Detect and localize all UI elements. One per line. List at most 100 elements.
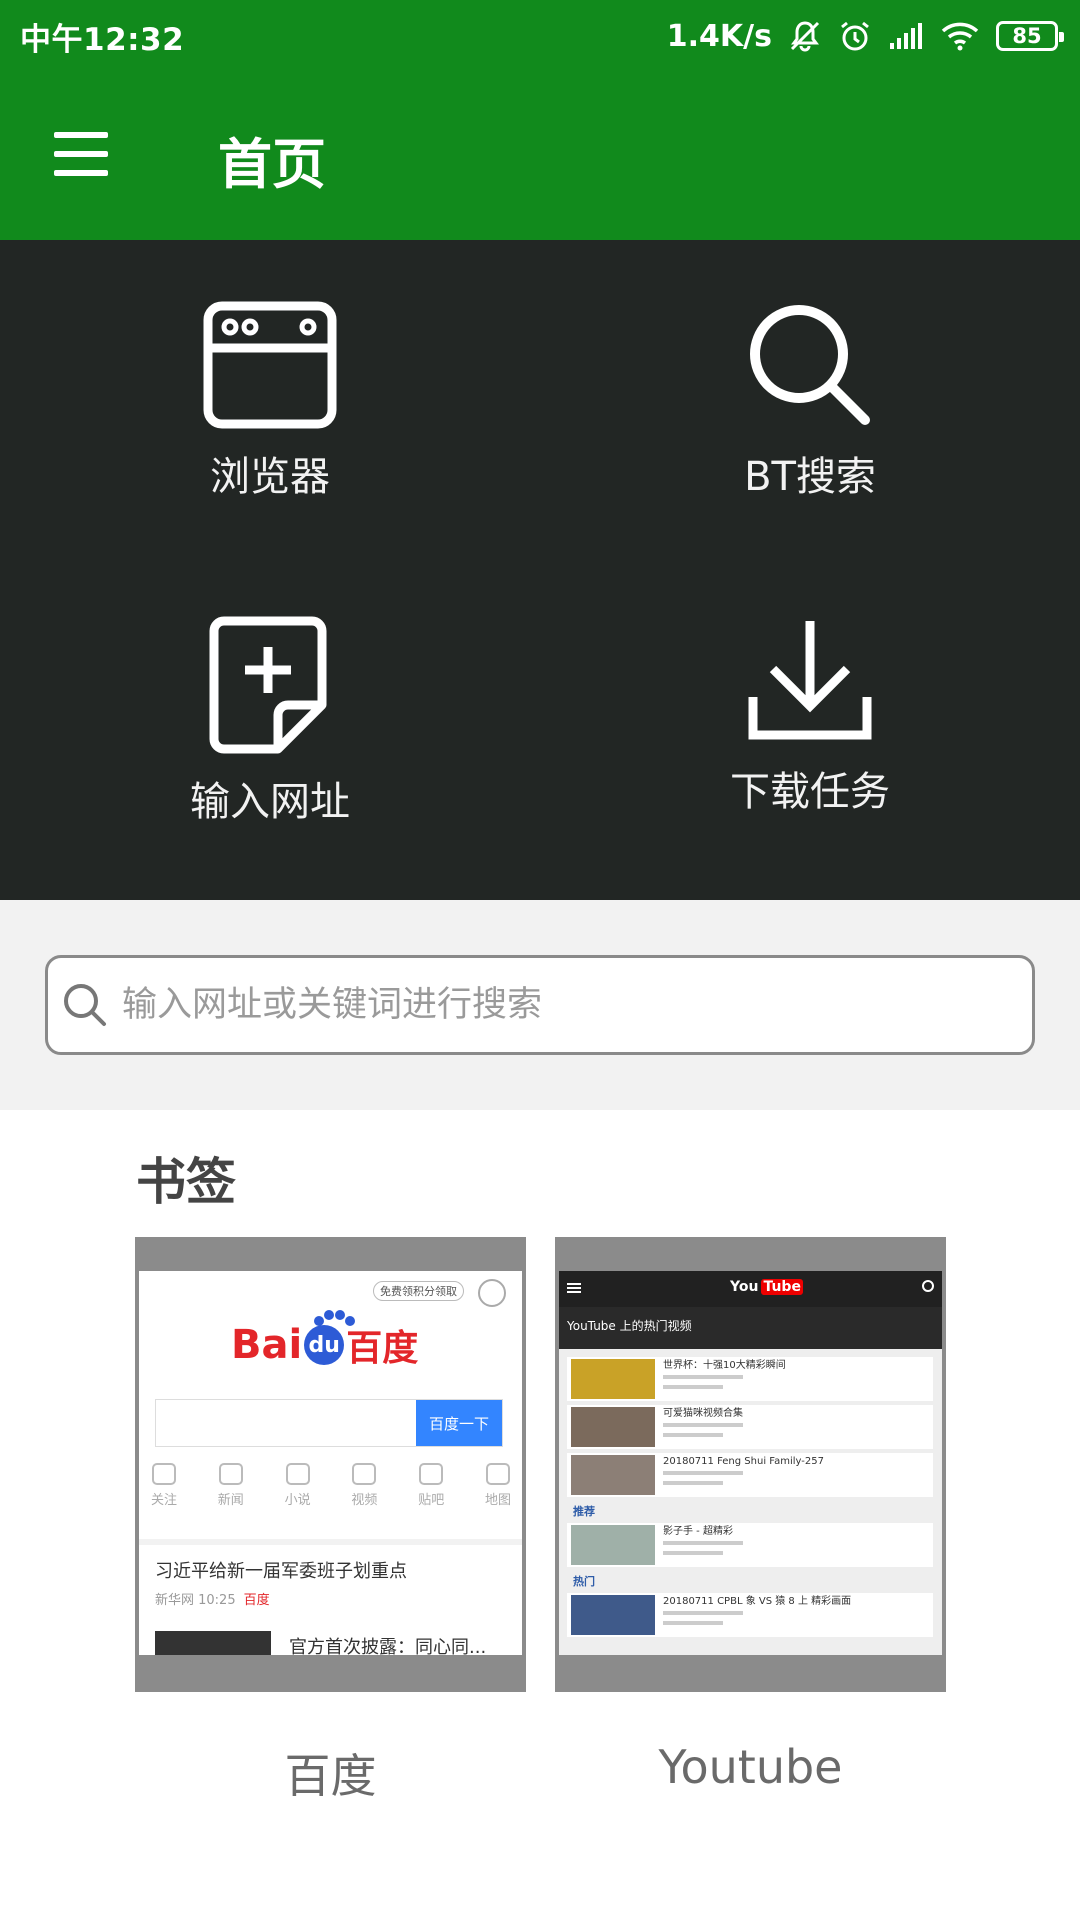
quick-actions-grid: 浏览器 BT搜索 输入网址 下载任务 [0,240,1080,900]
bookmark-preview: 免费领积分领取 Bai du 百度 百度一下 关注 新闻 小说 视频 贴吧 地图… [139,1271,522,1655]
video-meta [663,1611,743,1615]
search-input[interactable] [122,958,1032,1052]
list-item: 20180711 CPBL 象 VS 猿 8 上 精彩画面 [567,1593,933,1637]
list-item: 影子手 - 超精彩 [567,1523,933,1567]
logo-text: You [730,1279,759,1295]
browser-button[interactable]: 浏览器 [0,300,540,620]
preview-icon [485,1463,510,1485]
list-item: 20180711 Feng Shui Family-257 [567,1453,933,1497]
bookmark-baidu-label[interactable]: 百度 [135,1740,526,1806]
status-time: 中午12:32 [20,22,185,58]
video-meta [663,1621,723,1625]
preview-icon-label: 地图 [484,1493,511,1508]
enter-url-button[interactable]: 输入网址 [0,615,540,935]
add-document-icon [209,616,327,754]
video-thumbnail [571,1595,655,1635]
preview-icon-item: 贴吧 [418,1463,444,1508]
video-meta [663,1471,743,1475]
preview-meta-text: 新华网 10:25 [155,1593,236,1608]
video-title: 20180711 CPBL 象 VS 猿 8 上 精彩画面 [663,1596,852,1607]
preview-top-button: 免费领积分领取 [373,1281,464,1301]
menu-line [54,170,108,176]
wifi-icon [941,22,979,51]
avatar-icon [478,1279,506,1307]
video-title: 影子手 - 超精彩 [663,1526,733,1537]
baidu-logo: Bai du 百度 [231,1319,418,1371]
preview-icon [419,1463,444,1485]
menu-line [54,132,108,138]
menu-line [54,151,108,157]
video-thumbnail [571,1407,655,1447]
bookmark-youtube-label[interactable]: Youtube [555,1740,946,1794]
search-box[interactable] [45,955,1035,1055]
logo-text: du [304,1325,345,1365]
logo-text: Tube [761,1279,803,1295]
video-meta [663,1541,743,1545]
logo-text: Bai [231,1322,303,1368]
bookmarks-title: 书签 [136,1153,236,1211]
download-icon [748,621,872,740]
preview-icon-item: 地图 [485,1463,511,1508]
search-icon [750,305,870,425]
page-title: 首页 [218,133,326,196]
download-tasks-button[interactable]: 下载任务 [540,615,1080,935]
yt-header: YouTube 上的热门视频 [559,1307,942,1349]
yt-section-title: 推荐 [573,1505,595,1518]
search-icon [922,1280,934,1292]
video-meta [663,1433,723,1437]
preview-icon [285,1463,310,1485]
bt-search-label: BT搜索 [744,454,876,500]
browser-label: 浏览器 [210,454,330,500]
preview-icon-label: 小说 [284,1493,311,1508]
preview-icon-item: 视频 [351,1463,377,1508]
preview-icon-label: 视频 [351,1493,378,1508]
hamburger-menu-icon [567,1283,581,1293]
preview-headline-2: 官方首次披露：同心同... [289,1637,487,1655]
preview-divider [139,1539,522,1545]
alarm-icon [841,21,869,51]
video-meta [663,1423,743,1427]
list-item: 可爱猫咪视频合集 [567,1405,933,1449]
video-meta [663,1375,743,1379]
video-meta [663,1385,723,1389]
bt-search-button[interactable]: BT搜索 [540,300,1080,620]
hamburger-menu-icon[interactable] [50,130,114,178]
youtube-logo: You Tube [727,1279,803,1295]
yt-topbar: You Tube [559,1271,942,1307]
preview-icon-label: 贴吧 [418,1493,445,1508]
battery-icon: 85 [996,21,1064,51]
preview-thumbnail [155,1631,271,1655]
download-tasks-label: 下载任务 [730,769,890,815]
battery-level: 85 [1012,23,1042,48]
video-title: 可爱猫咪视频合集 [663,1408,743,1419]
network-speed: 1.4K/s [666,18,772,54]
video-meta [663,1481,723,1485]
status-bar: 中午12:32 1.4K/s 85 [0,0,1080,72]
preview-search-field [156,1400,416,1446]
app-screen: 中午12:32 1.4K/s 85 首页 浏览器 BT搜索 输入网址 下载任务 … [0,0,1080,1920]
logo-text: 百度 [346,1328,419,1369]
status-icons: 1.4K/s 85 [666,12,1064,60]
preview-icon [152,1463,176,1485]
preview-icon [352,1463,377,1485]
app-toolbar: 首页 [0,72,1080,240]
search-area [0,900,1080,1110]
mute-icon [790,21,820,52]
video-title: 世界杯：十强10大精彩瞬间 [663,1360,786,1371]
video-thumbnail [571,1525,655,1565]
preview-icon-item: 新闻 [218,1463,244,1508]
baidu-preview: 免费领积分领取 Bai du 百度 百度一下 关注 新闻 小说 视频 贴吧 地图… [139,1271,522,1655]
video-thumbnail [571,1455,655,1495]
preview-icon-item: 小说 [285,1463,311,1508]
video-title: 20180711 Feng Shui Family-257 [663,1456,824,1467]
youtube-preview: You Tube YouTube 上的热门视频 世界杯：十强10大精彩瞬间 可爱猫… [559,1271,942,1655]
video-thumbnail [571,1359,655,1399]
preview-headline: 习近平给新一届军委班子划重点 [155,1561,407,1582]
preview-search: 百度一下 [155,1399,503,1447]
bookmark-youtube[interactable]: You Tube YouTube 上的热门视频 世界杯：十强10大精彩瞬间 可爱猫… [555,1237,946,1692]
preview-icon-row: 关注 新闻 小说 视频 贴吧 地图 [151,1463,511,1508]
preview-icon-item: 关注 [151,1463,177,1508]
bookmark-baidu[interactable]: 免费领积分领取 Bai du 百度 百度一下 关注 新闻 小说 视频 贴吧 地图… [135,1237,526,1692]
enter-url-label: 输入网址 [190,779,350,825]
preview-search-button: 百度一下 [416,1400,502,1446]
